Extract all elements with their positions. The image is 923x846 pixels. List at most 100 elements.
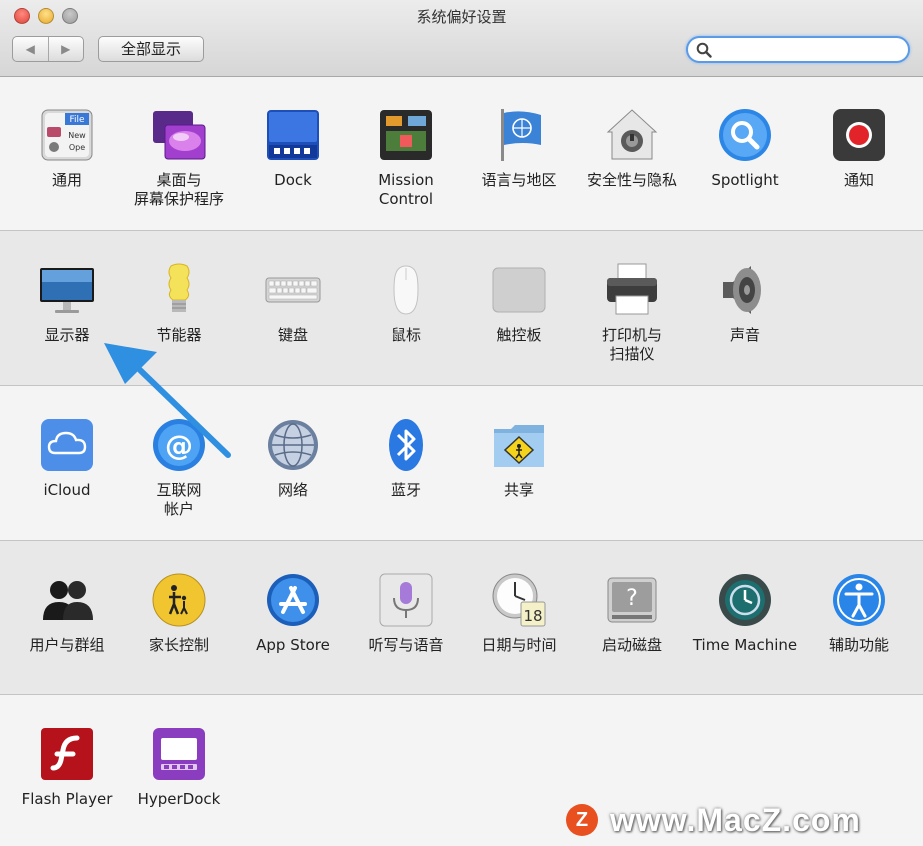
pane-label: 听写与语音 bbox=[368, 636, 444, 654]
pane-printers-scanners[interactable]: 打印机与 扫描仪 bbox=[576, 262, 688, 364]
pane-label: 家长控制 bbox=[148, 636, 209, 654]
window-title: 系统偏好设置 bbox=[416, 8, 507, 26]
watermark: Z www.MacZ.com bbox=[566, 800, 861, 840]
svg-text:@: @ bbox=[165, 429, 193, 462]
mouse-icon bbox=[393, 265, 419, 315]
pane-notifications[interactable]: 通知 bbox=[803, 107, 915, 190]
pane-language-region[interactable]: 语言与地区 bbox=[463, 107, 575, 190]
startup-disk-icon: ? bbox=[607, 577, 657, 623]
desktop-screensaver-icon bbox=[153, 111, 206, 160]
title-bar: 系统偏好设置 ◀ ▶ 全部显示 bbox=[0, 0, 923, 77]
pane-internet-accounts[interactable]: @ 互联网 帐户 bbox=[123, 417, 235, 519]
calendar-day-badge: 18 bbox=[523, 607, 542, 625]
pane-app-store[interactable]: App Store bbox=[237, 572, 349, 655]
search-input[interactable] bbox=[718, 40, 902, 60]
pane-mission-control[interactable]: Mission Control bbox=[350, 107, 462, 209]
keyboard-icon bbox=[265, 277, 321, 303]
pane-label: Dock bbox=[274, 171, 312, 189]
spotlight-icon bbox=[719, 109, 771, 161]
pane-label: 节能器 bbox=[156, 326, 202, 344]
internet-accounts-icon: @ bbox=[153, 419, 205, 471]
notifications-icon bbox=[833, 109, 885, 161]
pane-label: Mission Control bbox=[378, 171, 434, 208]
pane-trackpad[interactable]: 触控板 bbox=[463, 262, 575, 345]
dock-icon bbox=[267, 110, 319, 160]
forward-button[interactable]: ▶ bbox=[49, 37, 84, 61]
pane-label: 语言与地区 bbox=[481, 171, 557, 189]
time-machine-icon bbox=[719, 574, 771, 626]
energy-saver-icon bbox=[168, 263, 190, 312]
search-icon bbox=[696, 42, 712, 58]
pane-label: iCloud bbox=[43, 481, 91, 499]
trackpad-icon bbox=[492, 267, 546, 313]
flash-player-icon bbox=[41, 728, 93, 780]
pane-time-machine[interactable]: Time Machine bbox=[689, 572, 801, 655]
pane-users-groups[interactable]: 用户与群组 bbox=[11, 572, 123, 655]
language-region-icon bbox=[501, 109, 541, 161]
watermark-text: www.MacZ.com bbox=[610, 801, 861, 838]
pane-accessibility[interactable]: 辅助功能 bbox=[803, 572, 915, 655]
pane-label: 打印机与 扫描仪 bbox=[601, 326, 662, 363]
svg-text:?: ? bbox=[626, 586, 638, 611]
svg-text:File: File bbox=[69, 115, 85, 125]
pane-label: Time Machine bbox=[692, 636, 798, 654]
pane-general[interactable]: File New Ope 通用 bbox=[11, 107, 123, 190]
pane-label: 通用 bbox=[51, 171, 82, 189]
search-field[interactable] bbox=[686, 36, 910, 63]
pane-label: 触控板 bbox=[496, 326, 542, 344]
pane-dictation-speech[interactable]: 听写与语音 bbox=[350, 572, 462, 655]
date-time-icon: 18 bbox=[492, 573, 546, 627]
dictation-speech-icon bbox=[379, 573, 433, 627]
pane-keyboard[interactable]: 键盘 bbox=[237, 262, 349, 345]
pane-label: 用户与群组 bbox=[29, 636, 105, 654]
pane-label: 互联网 帐户 bbox=[156, 481, 202, 518]
bluetooth-icon bbox=[389, 419, 423, 471]
pane-mouse[interactable]: 鼠标 bbox=[350, 262, 462, 345]
security-privacy-icon bbox=[606, 109, 658, 160]
show-all-button[interactable]: 全部显示 bbox=[98, 36, 204, 62]
hyperdock-icon bbox=[153, 728, 205, 780]
sound-icon bbox=[723, 266, 761, 314]
printer-scanner-icon bbox=[607, 263, 657, 315]
pane-network[interactable]: 网络 bbox=[237, 417, 349, 500]
mission-control-icon bbox=[380, 110, 432, 160]
pane-label: Spotlight bbox=[711, 171, 779, 189]
pane-security-privacy[interactable]: 安全性与隐私 bbox=[576, 107, 688, 190]
pane-startup-disk[interactable]: ? 启动磁盘 bbox=[576, 572, 688, 655]
pane-label: 日期与时间 bbox=[481, 636, 557, 654]
pane-sound[interactable]: 声音 bbox=[689, 262, 801, 345]
pane-energy-saver[interactable]: 节能器 bbox=[123, 262, 235, 345]
pane-label: 启动磁盘 bbox=[601, 636, 662, 654]
pane-label: 安全性与隐私 bbox=[586, 171, 677, 189]
icloud-icon bbox=[41, 419, 93, 471]
displays-icon bbox=[40, 268, 94, 313]
users-groups-icon bbox=[43, 581, 93, 620]
pane-bluetooth[interactable]: 蓝牙 bbox=[350, 417, 462, 500]
back-forward-control: ◀ ▶ bbox=[12, 36, 84, 62]
pane-displays[interactable]: 显示器 bbox=[11, 262, 123, 345]
pane-icloud[interactable]: iCloud bbox=[11, 417, 123, 500]
app-store-icon bbox=[267, 574, 319, 626]
svg-text:New: New bbox=[68, 131, 86, 140]
pane-parental-controls[interactable]: 家长控制 bbox=[123, 572, 235, 655]
pane-label: 通知 bbox=[843, 171, 874, 189]
pane-date-time[interactable]: 18 日期与时间 bbox=[463, 572, 575, 655]
pane-label: 声音 bbox=[729, 326, 760, 344]
parental-controls-icon bbox=[152, 573, 206, 627]
pane-spotlight[interactable]: Spotlight bbox=[689, 107, 801, 190]
pane-label: App Store bbox=[256, 636, 330, 654]
pane-dock[interactable]: Dock bbox=[237, 107, 349, 190]
pane-label: 网络 bbox=[277, 481, 308, 499]
accessibility-icon bbox=[833, 574, 885, 626]
pane-label: 蓝牙 bbox=[390, 481, 421, 499]
pane-hyperdock[interactable]: HyperDock bbox=[123, 726, 235, 809]
back-button[interactable]: ◀ bbox=[13, 37, 49, 61]
general-icon: File New Ope bbox=[41, 109, 93, 161]
pane-sharing[interactable]: 共享 bbox=[463, 417, 575, 500]
pane-label: 键盘 bbox=[277, 326, 308, 344]
pane-label: 鼠标 bbox=[390, 326, 421, 344]
watermark-logo: Z bbox=[566, 804, 598, 836]
pane-flash-player[interactable]: Flash Player bbox=[11, 726, 123, 809]
pane-label: HyperDock bbox=[137, 790, 221, 808]
pane-desktop-screensaver[interactable]: 桌面与 屏幕保护程序 bbox=[123, 107, 235, 209]
